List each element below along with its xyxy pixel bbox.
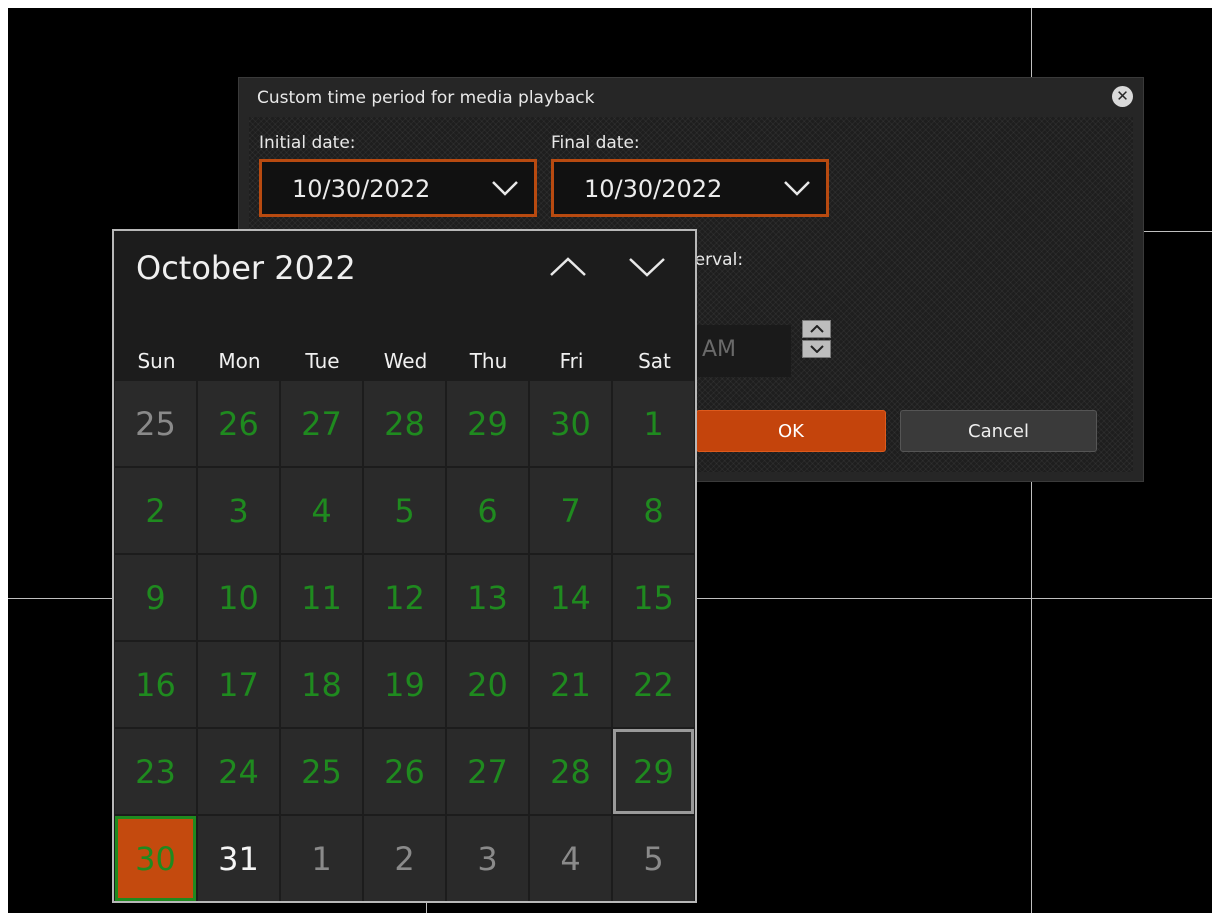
chevron-down-icon xyxy=(490,178,520,202)
chevron-down-icon xyxy=(809,345,824,353)
weekday-label: Mon xyxy=(218,349,261,373)
calendar-day-cell[interactable]: 3 xyxy=(198,468,279,553)
calendar-day-cell[interactable]: 25 xyxy=(281,729,362,814)
calendar-day-cell[interactable]: 29 xyxy=(613,729,694,814)
calendar-day-cell[interactable]: 19 xyxy=(364,642,445,727)
calendar-day-cell[interactable]: 5 xyxy=(613,816,694,901)
final-date-value: 10/30/2022 xyxy=(584,175,723,203)
calendar-day-cell[interactable]: 1 xyxy=(613,381,694,466)
previous-month-button[interactable] xyxy=(548,255,588,283)
next-month-button[interactable] xyxy=(627,255,667,283)
calendar-day-cell[interactable]: 5 xyxy=(364,468,445,553)
calendar-day-cell[interactable]: 21 xyxy=(530,642,611,727)
time-spin-up-button[interactable] xyxy=(802,320,831,338)
calendar-day-cell[interactable]: 29 xyxy=(447,381,528,466)
initial-date-value: 10/30/2022 xyxy=(292,175,431,203)
calendar-popup: October 2022 Sun Mon Tue Wed Thu Fri Sat 25 26 2… xyxy=(112,229,697,903)
grid-line xyxy=(1136,231,1212,232)
final-date-picker[interactable]: 10/30/2022 xyxy=(551,159,829,217)
calendar-day-cell[interactable]: 22 xyxy=(613,642,694,727)
calendar-day-cell[interactable]: 11 xyxy=(281,555,362,640)
time-field[interactable]: AM xyxy=(696,325,791,377)
calendar-day-cell[interactable]: 27 xyxy=(447,729,528,814)
calendar-day-cell[interactable]: 2 xyxy=(115,468,196,553)
calendar-day-cell[interactable]: 17 xyxy=(198,642,279,727)
calendar-day-cell[interactable]: 15 xyxy=(613,555,694,640)
chevron-up-icon xyxy=(809,325,824,333)
calendar-day-cell[interactable]: 28 xyxy=(530,729,611,814)
calendar-day-cell[interactable]: 25 xyxy=(115,381,196,466)
calendar-day-cell[interactable]: 4 xyxy=(281,468,362,553)
weekday-label: Tue xyxy=(305,349,340,373)
weekday-label: Wed xyxy=(383,349,428,373)
media-playback-background: Custom time period for media playback ✕ … xyxy=(8,8,1212,913)
calendar-day-cell[interactable]: 1 xyxy=(281,816,362,901)
chevron-down-icon xyxy=(629,258,665,277)
chevron-up-icon xyxy=(550,257,586,276)
calendar-day-cell[interactable]: 2 xyxy=(364,816,445,901)
weekday-label: Sat xyxy=(638,349,671,373)
time-spin-down-button[interactable] xyxy=(802,340,831,358)
calendar-day-cell[interactable]: 31 xyxy=(198,816,279,901)
calendar-day-cell[interactable]: 30 xyxy=(115,816,196,901)
calendar-day-cell[interactable]: 30 xyxy=(530,381,611,466)
cancel-button[interactable]: Cancel xyxy=(900,410,1097,452)
chevron-down-icon xyxy=(782,178,812,202)
calendar-day-cell[interactable]: 26 xyxy=(198,381,279,466)
calendar-day-cell[interactable]: 16 xyxy=(115,642,196,727)
calendar-day-cell[interactable]: 6 xyxy=(447,468,528,553)
calendar-day-cell[interactable]: 13 xyxy=(447,555,528,640)
calendar-day-cell[interactable]: 18 xyxy=(281,642,362,727)
close-icon[interactable]: ✕ xyxy=(1112,86,1133,107)
calendar-day-cell[interactable]: 12 xyxy=(364,555,445,640)
calendar-day-cell[interactable]: 7 xyxy=(530,468,611,553)
initial-date-picker[interactable]: 10/30/2022 xyxy=(259,159,537,217)
weekday-label: Thu xyxy=(469,349,508,373)
calendar-day-cell[interactable]: 26 xyxy=(364,729,445,814)
calendar-day-cell[interactable]: 9 xyxy=(115,555,196,640)
weekday-label: Fri xyxy=(559,349,584,373)
time-value: AM xyxy=(702,337,737,362)
initial-date-label: Initial date: xyxy=(259,133,356,153)
calendar-day-cell[interactable]: 10 xyxy=(198,555,279,640)
month-title: October 2022 xyxy=(136,249,356,287)
calendar-day-cell[interactable]: 27 xyxy=(281,381,362,466)
dialog-title: Custom time period for media playback xyxy=(257,88,595,108)
ok-button[interactable]: OK xyxy=(696,410,886,452)
calendar-day-cell[interactable]: 4 xyxy=(530,816,611,901)
final-date-label: Final date: xyxy=(551,133,640,153)
calendar-day-cell[interactable]: 14 xyxy=(530,555,611,640)
calendar-day-cell[interactable]: 28 xyxy=(364,381,445,466)
calendar-day-cell[interactable]: 23 xyxy=(115,729,196,814)
calendar-day-cell[interactable]: 20 xyxy=(447,642,528,727)
calendar-day-cell[interactable]: 3 xyxy=(447,816,528,901)
weekday-label: Sun xyxy=(137,349,176,373)
calendar-day-cell[interactable]: 8 xyxy=(613,468,694,553)
calendar-day-cell[interactable]: 24 xyxy=(198,729,279,814)
